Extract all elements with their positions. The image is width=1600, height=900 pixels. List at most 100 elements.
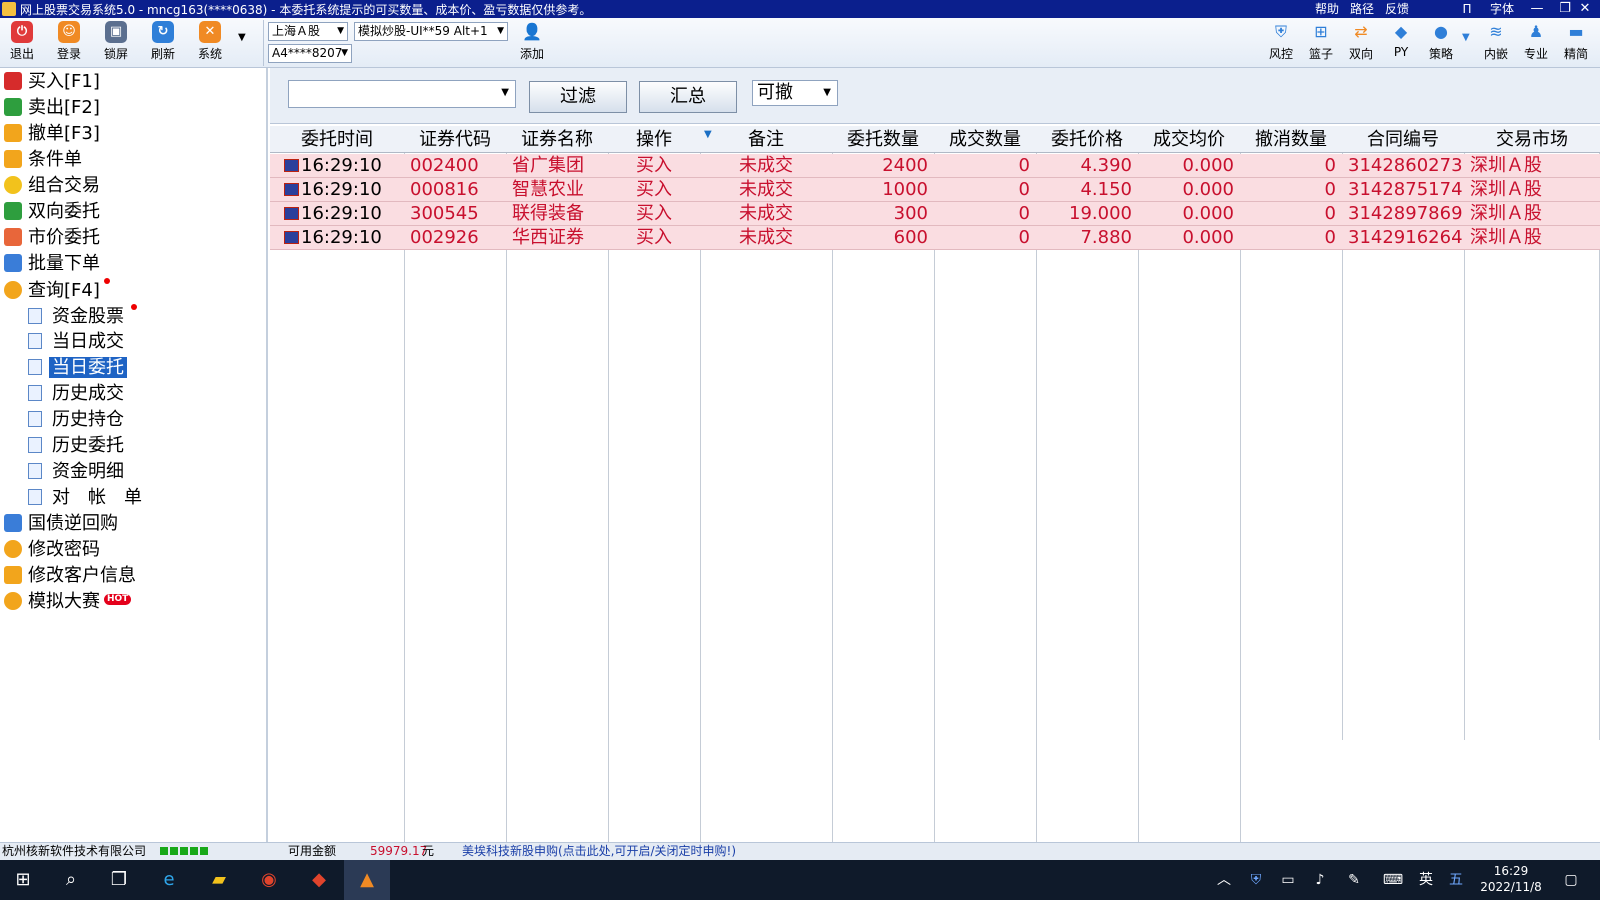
two-way-button[interactable]: ⇄ 双向 — [1342, 21, 1380, 62]
nav-item-sell[interactable]: 卖出[F2] — [4, 96, 100, 120]
notification-icon[interactable]: ▢ — [1556, 860, 1586, 900]
nav-sub-history-deals[interactable]: 历史成交 — [28, 382, 127, 406]
nav-item-bond-repo[interactable]: 国债逆回购 — [4, 512, 118, 536]
cancelable-select[interactable]: 可撤 ▼ — [752, 80, 838, 106]
table-row[interactable]: 16:29:10 002400 省广集团 买入 未成交 2400 0 4.390… — [270, 154, 1600, 178]
strategy-button[interactable]: ● 策略 — [1422, 21, 1460, 62]
table-row[interactable]: 16:29:10 300545 联得装备 买入 未成交 300 0 19.000… — [270, 202, 1600, 226]
column-header-name[interactable]: 证券名称 — [506, 126, 608, 153]
refresh-label: 刷新 — [150, 47, 175, 61]
table-row[interactable]: 16:29:10 000816 智慧农业 买入 未成交 1000 0 4.150… — [270, 178, 1600, 202]
start-button[interactable]: ⊞ — [0, 860, 46, 900]
nav-item-change-password[interactable]: 修改密码 — [4, 538, 100, 562]
pin-button[interactable]: Π — [1452, 0, 1482, 18]
lock-label: 锁屏 — [103, 47, 128, 61]
nav-item-portfolio[interactable]: 组合交易 — [4, 174, 100, 198]
column-header-action[interactable]: 操作 — [608, 126, 700, 153]
account-select[interactable]: 模拟炒股-UI**59 Alt+1 ▼ — [354, 22, 508, 41]
nav-sub-history-orders[interactable]: 历史委托 — [28, 434, 127, 458]
risk-control-button[interactable]: ⛨ 风控 — [1262, 21, 1300, 62]
column-header-order-price[interactable]: 委托价格 — [1036, 126, 1138, 153]
cell-cancel-qty: 0 — [1324, 203, 1336, 224]
lock-button[interactable]: ▣ 锁屏 — [94, 21, 138, 62]
python-button[interactable]: ◆ PY — [1382, 21, 1420, 59]
document-icon — [28, 411, 42, 427]
nav-item-query[interactable]: 查询[F4] — [4, 278, 110, 302]
column-header-market[interactable]: 交易市场 — [1464, 126, 1600, 153]
file-explorer-icon[interactable]: ▰ — [196, 860, 242, 900]
nav-item-condition[interactable]: 条件单 — [4, 148, 82, 172]
chrome-icon[interactable]: ◉ — [246, 860, 292, 900]
clock[interactable]: 16:29 2022/11/8 — [1476, 863, 1546, 895]
nav-item-buy[interactable]: 买入[F1] — [4, 70, 100, 94]
feedback-button[interactable]: 反馈 — [1382, 0, 1412, 18]
column-header-order-time[interactable]: 委托时间 — [270, 126, 404, 153]
column-header-note[interactable]: 备注 — [700, 126, 832, 153]
nav-sub-funds-stocks[interactable]: 资金股票 — [28, 304, 137, 328]
embed-button[interactable]: ≋ 内嵌 — [1477, 21, 1515, 62]
ime-language[interactable]: 英 — [1414, 860, 1438, 900]
cell-code: 000816 — [410, 179, 479, 200]
column-header-order-qty[interactable]: 委托数量 — [832, 126, 934, 153]
pro-button[interactable]: ♟ 专业 — [1517, 21, 1555, 62]
nav-item-batch[interactable]: 批量下单 — [4, 252, 100, 276]
ime-mode[interactable]: 五 — [1444, 860, 1468, 900]
column-header-avg-price[interactable]: 成交均价 — [1138, 126, 1240, 153]
login-button[interactable]: ☺ 登录 — [47, 21, 91, 62]
column-header-code[interactable]: 证券代码 — [404, 126, 506, 153]
ipo-notice-link[interactable]: 美埃科技新股申购(点击此处,可开启/关闭定时申购!) — [462, 843, 736, 860]
basket-label: 篮子 — [1308, 47, 1333, 61]
active-trading-window-icon[interactable]: ▲ — [344, 860, 390, 900]
nav-sub-fund-details[interactable]: 资金明细 — [28, 460, 127, 484]
network-icon[interactable]: ▭ — [1276, 860, 1300, 900]
nav-sub-today-deals[interactable]: 当日成交 — [28, 330, 127, 354]
task-view-icon[interactable]: ❐ — [96, 860, 142, 900]
pro-label: 专业 — [1523, 47, 1548, 61]
ie-browser-icon[interactable]: e — [146, 860, 192, 900]
system-button[interactable]: ✕ 系统 — [188, 21, 232, 62]
strategy-dropdown-icon[interactable]: ▼ — [1462, 32, 1470, 43]
cancel-order-icon — [4, 124, 22, 142]
security-shield-icon[interactable]: ⛨ — [1244, 860, 1268, 900]
help-button[interactable]: 帮助 — [1312, 0, 1342, 18]
basket-button[interactable]: ⊞ 篮子 — [1302, 21, 1340, 62]
volume-icon[interactable]: ♪ — [1308, 860, 1332, 900]
simple-button[interactable]: ▬ 精简 — [1557, 21, 1595, 62]
trading-app-icon[interactable]: ◆ — [296, 860, 342, 900]
add-account-button[interactable]: 👤 添加 — [510, 21, 554, 62]
nav-item-cancel[interactable]: 撤单[F3] — [4, 122, 100, 146]
exit-button[interactable]: ⏻ 退出 — [0, 21, 44, 62]
cell-avg-price: 0.000 — [1182, 227, 1234, 248]
column-header-filled-qty[interactable]: 成交数量 — [934, 126, 1036, 153]
font-button[interactable]: 字体 — [1487, 0, 1517, 18]
nav-sub-label: 资金股票 — [52, 306, 124, 327]
code-select[interactable]: A4****8207 ▼ — [268, 44, 352, 63]
column-header-contract-no[interactable]: 合同编号 — [1342, 126, 1464, 153]
filter-select[interactable]: ▼ — [288, 80, 516, 108]
document-icon — [28, 359, 42, 375]
summary-button[interactable]: 汇总 — [639, 81, 737, 113]
show-hidden-icons[interactable]: ︿ — [1212, 860, 1236, 900]
nav-sub-statement[interactable]: 对 帐 单 — [28, 486, 145, 510]
nav-item-contest[interactable]: 模拟大赛 HOT — [4, 590, 132, 614]
company-name: 杭州核新软件技术有限公司 — [2, 844, 147, 858]
nav-sub-history-positions[interactable]: 历史持仓 — [28, 408, 127, 432]
search-icon[interactable]: ⌕ — [48, 860, 94, 900]
cell-market: 深圳Ａ股 — [1470, 179, 1542, 200]
path-button[interactable]: 路径 — [1347, 0, 1377, 18]
pen-icon[interactable]: ✎ — [1342, 860, 1366, 900]
nav-item-market-price[interactable]: 市价委托 — [4, 226, 100, 250]
market-select[interactable]: 上海Ａ股 ▼ — [268, 22, 348, 41]
filter-button[interactable]: 过滤 — [529, 81, 627, 113]
nav-item-edit-customer[interactable]: 修改客户信息 — [4, 564, 136, 588]
nav-item-two-way[interactable]: 双向委托 — [4, 200, 100, 224]
nav-sub-today-orders[interactable]: 当日委托 — [28, 356, 127, 380]
cell-contract-no: 3142860273 — [1348, 155, 1463, 176]
refresh-button[interactable]: ↻ 刷新 — [141, 21, 185, 62]
column-header-cancel-qty[interactable]: 撤消数量 — [1240, 126, 1342, 153]
close-button[interactable]: ✕ — [1570, 0, 1600, 18]
table-row[interactable]: 16:29:10 002926 华西证券 买入 未成交 600 0 7.880 … — [270, 226, 1600, 250]
system-dropdown-icon[interactable]: ▼ — [238, 32, 246, 43]
keyboard-icon[interactable]: ⌨ — [1378, 860, 1408, 900]
toolbar-divider — [263, 20, 264, 66]
